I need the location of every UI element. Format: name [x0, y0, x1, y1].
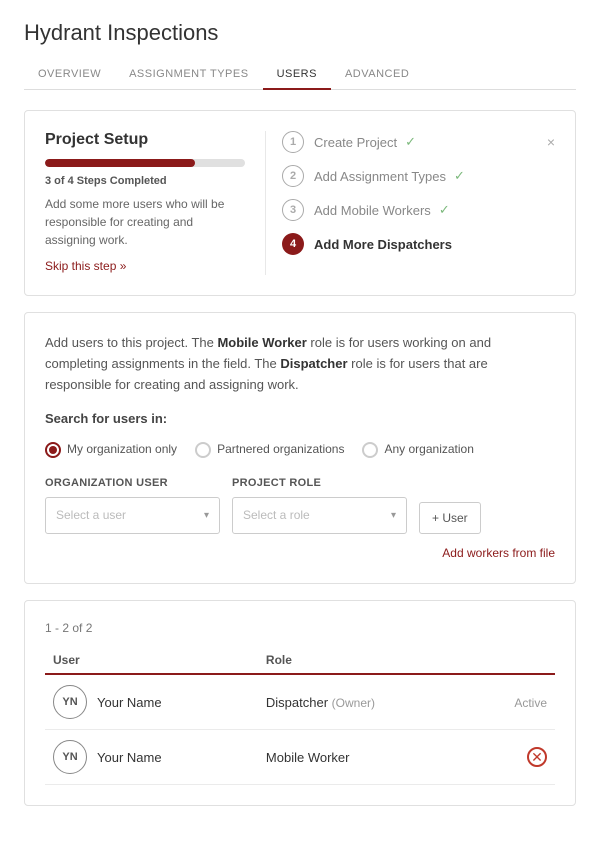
radio-my-org[interactable]: My organization only [45, 440, 177, 459]
dispatcher-bold: Dispatcher [280, 356, 347, 371]
col-user: User [45, 647, 258, 674]
remove-user-button[interactable]: ✕ [527, 747, 547, 767]
progress-bar [45, 159, 245, 167]
role-select[interactable]: Select a role ▾ [232, 497, 407, 534]
role-field-label: Project Role [232, 475, 407, 493]
step-check-1: ✓ [405, 134, 416, 150]
search-section: Add users to this project. The Mobile Wo… [45, 333, 555, 563]
steps-desc: Add some more users who will be responsi… [45, 195, 245, 249]
role-cell-2: Mobile Worker [258, 730, 472, 785]
tab-overview[interactable]: OVERVIEW [24, 60, 115, 90]
mobile-worker-bold: Mobile Worker [217, 335, 306, 350]
radio-circle-any-org [362, 442, 378, 458]
avatar-2: YN [53, 740, 87, 774]
user-field-label: Organization User [45, 475, 220, 493]
step-list: 1 Create Project ✓ × 2 Add Assignment Ty… [282, 131, 555, 255]
step-num-4: 4 [282, 233, 304, 255]
search-description: Add users to this project. The Mobile Wo… [45, 333, 555, 395]
table-row: YN Your Name Dispatcher (Owner) Active [45, 674, 555, 730]
step-close-icon[interactable]: × [547, 134, 555, 150]
status-active-1: Active [514, 696, 547, 710]
steps-completed: 3 of 4 Steps Completed [45, 175, 245, 187]
radio-group: My organization only Partnered organizat… [45, 440, 555, 459]
step-check-3: ✓ [439, 202, 450, 218]
add-users-card: Add users to this project. The Mobile Wo… [24, 312, 576, 584]
step-label-2: Add Assignment Types ✓ [314, 168, 555, 184]
user-cell-2: YN Your Name [45, 730, 258, 785]
step-num-3: 3 [282, 199, 304, 221]
tab-advanced[interactable]: ADVANCED [331, 60, 423, 90]
action-cell-1: Active [472, 674, 555, 730]
col-action [472, 647, 555, 674]
progress-bar-fill [45, 159, 195, 167]
project-setup-left: Project Setup 3 of 4 Steps Completed Add… [45, 131, 245, 275]
step-item-2: 2 Add Assignment Types ✓ [282, 165, 555, 187]
page-container: Hydrant Inspections OVERVIEW ASSIGNMENT … [0, 0, 600, 842]
step-item-1: 1 Create Project ✓ × [282, 131, 555, 153]
user-name-1: Your Name [97, 695, 162, 710]
add-user-button[interactable]: + User [419, 502, 481, 534]
radio-circle-my-org [45, 442, 61, 458]
project-setup-card: Project Setup 3 of 4 Steps Completed Add… [24, 110, 576, 296]
table-header-row: User Role [45, 647, 555, 674]
user-table: User Role YN Your Name Dispatcher [45, 647, 555, 785]
chevron-down-icon: ▾ [204, 508, 209, 524]
role-sub-1: (Owner) [332, 696, 375, 710]
radio-any-org[interactable]: Any organization [362, 440, 473, 459]
nav-tabs: OVERVIEW ASSIGNMENT TYPES USERS ADVANCED [24, 60, 576, 90]
step-label-1: Create Project ✓ × [314, 134, 555, 150]
action-cell-2: ✕ [472, 730, 555, 785]
role-text-2: Mobile Worker [266, 750, 350, 765]
user-cell-inner-2: YN Your Name [53, 740, 250, 774]
avatar-1: YN [53, 685, 87, 719]
radio-label-partnered: Partnered organizations [217, 440, 344, 459]
tab-assignment-types[interactable]: ASSIGNMENT TYPES [115, 60, 262, 90]
role-placeholder: Select a role [243, 506, 310, 525]
form-row: Organization User Select a user ▾ Projec… [45, 475, 555, 534]
user-cell-1: YN Your Name [45, 674, 258, 730]
skip-step-link[interactable]: Skip this step » [45, 259, 126, 273]
radio-circle-partnered [195, 442, 211, 458]
project-setup-right: 1 Create Project ✓ × 2 Add Assignment Ty… [265, 131, 555, 275]
add-workers-from-file-link[interactable]: Add workers from file [45, 544, 555, 563]
setup-title: Project Setup [45, 131, 245, 149]
role-form-group: Project Role Select a role ▾ [232, 475, 407, 534]
user-table-card: 1 - 2 of 2 User Role YN Your Name [24, 600, 576, 806]
radio-partnered[interactable]: Partnered organizations [195, 440, 344, 459]
user-placeholder: Select a user [56, 506, 126, 525]
tab-users[interactable]: USERS [263, 60, 331, 90]
step-label-4: Add More Dispatchers [314, 237, 555, 252]
step-item-4: 4 Add More Dispatchers [282, 233, 555, 255]
col-role: Role [258, 647, 472, 674]
step-num-1: 1 [282, 131, 304, 153]
step-num-2: 2 [282, 165, 304, 187]
table-count: 1 - 2 of 2 [45, 621, 555, 635]
user-cell-inner-1: YN Your Name [53, 685, 250, 719]
step-item-3: 3 Add Mobile Workers ✓ [282, 199, 555, 221]
user-name-2: Your Name [97, 750, 162, 765]
user-select[interactable]: Select a user ▾ [45, 497, 220, 534]
user-form-group: Organization User Select a user ▾ [45, 475, 220, 534]
radio-label-my-org: My organization only [67, 440, 177, 459]
page-title: Hydrant Inspections [24, 20, 576, 46]
table-row-2: YN Your Name Mobile Worker ✕ [45, 730, 555, 785]
step-check-2: ✓ [454, 168, 465, 184]
radio-dot-my-org [49, 446, 57, 454]
role-text-1: Dispatcher [266, 695, 328, 710]
role-cell-1: Dispatcher (Owner) [258, 674, 472, 730]
radio-label-any-org: Any organization [384, 440, 473, 459]
search-label: Search for users in: [45, 409, 555, 430]
chevron-down-icon-role: ▾ [391, 508, 396, 524]
step-label-3: Add Mobile Workers ✓ [314, 202, 555, 218]
